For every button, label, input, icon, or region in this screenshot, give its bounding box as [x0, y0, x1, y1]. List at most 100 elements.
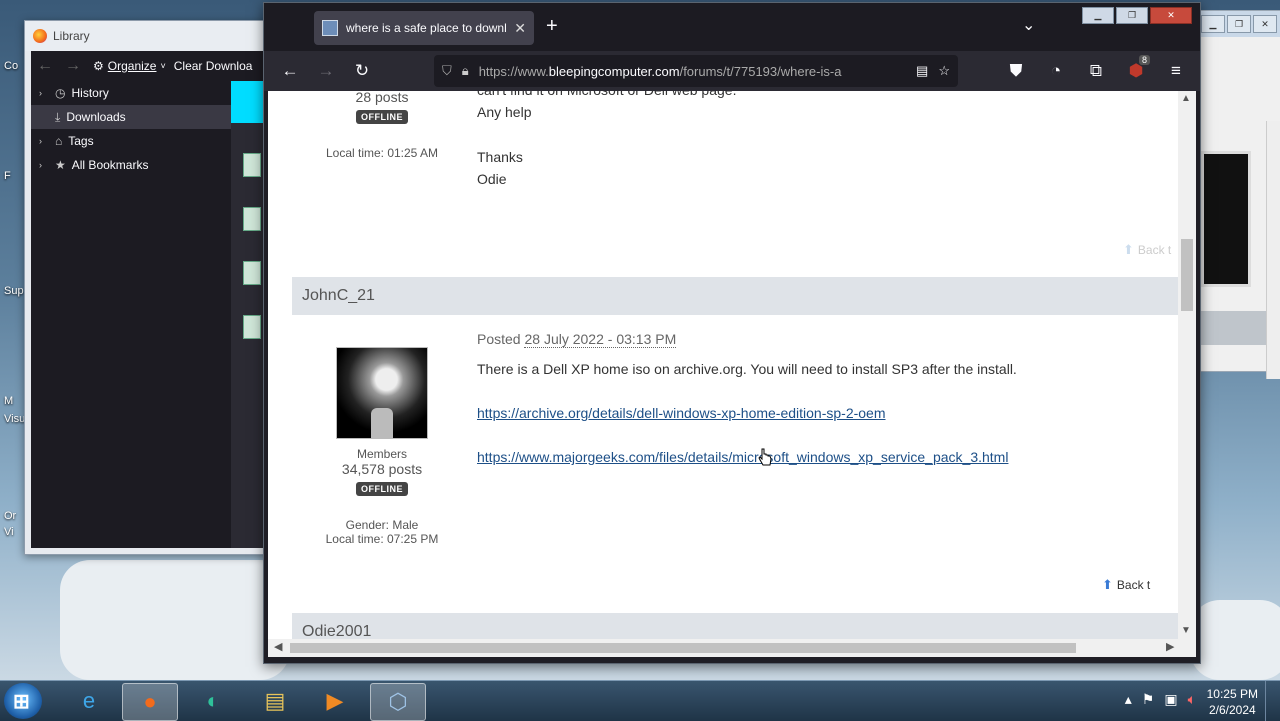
- download-file-icon[interactable]: [243, 207, 261, 231]
- download-file-icon[interactable]: [243, 261, 261, 285]
- library-tree: › ◷ History ⤓ Downloads › ⌂ Tags › ★ All Bookmarks: [31, 81, 231, 548]
- download-file-icon[interactable]: [243, 315, 261, 339]
- new-tab-button[interactable]: +: [546, 15, 558, 38]
- forward-arrow-icon[interactable]: →: [65, 57, 85, 75]
- clock-date: 2/6/2024: [1208, 703, 1256, 717]
- post-text-line: Any help: [477, 104, 532, 120]
- scroll-up-icon[interactable]: ▲: [1181, 93, 1191, 104]
- expand-chevron-icon[interactable]: ›: [39, 160, 49, 170]
- account-icon[interactable]: ◔: [1038, 61, 1074, 81]
- scrollbar-thumb[interactable]: [290, 643, 1076, 653]
- tag-icon: ⌂: [55, 134, 63, 148]
- firefox-window: where is a safe place to downlo ✕ + ⌄ ▁ …: [263, 2, 1201, 664]
- organize-label: Organize: [107, 59, 157, 73]
- organize-button[interactable]: ⚙ Organize ˅: [93, 59, 166, 73]
- reader-view-icon[interactable]: ▤: [916, 63, 928, 79]
- scrollbar-thumb[interactable]: [1181, 239, 1193, 311]
- restore-button[interactable]: ❐: [1116, 7, 1148, 24]
- desktop-icon-label[interactable]: M: [4, 395, 13, 407]
- posted-date[interactable]: 28 July 2022 - 03:13 PM: [524, 331, 677, 348]
- clock[interactable]: 10:25 PM 2/6/2024: [1207, 686, 1258, 718]
- favicon-icon: [322, 20, 338, 36]
- scroll-down-icon[interactable]: ▼: [1181, 625, 1191, 636]
- desktop-icon-label[interactable]: F: [4, 170, 11, 182]
- vertical-scrollbar[interactable]: [1266, 121, 1280, 379]
- tree-item-all-bookmarks[interactable]: › ★ All Bookmarks: [31, 153, 231, 177]
- tree-item-history[interactable]: › ◷ History: [31, 81, 231, 105]
- url-bar[interactable]: ⛉ 🔒︎ https://www.bleepingcomputer.com/fo…: [434, 55, 958, 87]
- pocket-icon[interactable]: ⛊: [998, 61, 1034, 81]
- desktop-icon-label[interactable]: Or: [4, 510, 16, 522]
- majorgeeks-link[interactable]: https://www.majorgeeks.com/files/details…: [477, 449, 1008, 465]
- post-text-line: Odie: [477, 171, 507, 187]
- volume-muted-icon[interactable]: 🔈︎: [1188, 691, 1196, 708]
- vertical-scrollbar[interactable]: ▲ ▼: [1178, 91, 1196, 643]
- lock-icon[interactable]: 🔒︎: [462, 63, 469, 79]
- user-info: Members 34,578 posts OFFLINE Gender: Mal…: [292, 347, 472, 546]
- reload-icon[interactable]: ↻: [344, 61, 380, 81]
- avatar[interactable]: [336, 347, 428, 439]
- forward-arrow-icon[interactable]: →: [308, 61, 344, 81]
- restore-button[interactable]: ❐: [1227, 15, 1251, 33]
- desktop-icon-label[interactable]: Visu: [4, 413, 25, 425]
- chevron-down-icon: ˅: [160, 61, 166, 71]
- page-content: 28 posts OFFLINE Local time: 01:25 AM ca…: [268, 91, 1178, 643]
- clear-downloads-button[interactable]: Clear Downloa: [174, 59, 253, 73]
- flag-icon[interactable]: ⚑: [1142, 691, 1155, 708]
- minimize-button[interactable]: ▁: [1201, 15, 1225, 33]
- background-window[interactable]: ▁ ❐ ✕: [1196, 10, 1280, 379]
- firefox-icon: [33, 29, 47, 43]
- shield-icon[interactable]: ⛉: [442, 63, 452, 79]
- firefox-icon[interactable]: ●: [122, 683, 178, 721]
- back-to-top-link[interactable]: ⬆ Back t: [1123, 242, 1171, 258]
- tree-item-tags[interactable]: › ⌂ Tags: [31, 129, 231, 153]
- gear-icon: ⚙: [93, 59, 104, 73]
- ublock-icon[interactable]: ⬢ 8: [1118, 55, 1154, 81]
- gender: Gender: Male: [345, 518, 419, 532]
- horizontal-scrollbar[interactable]: ◀ ▶: [268, 639, 1196, 657]
- url-text[interactable]: https://www.bleepingcomputer.com/forums/…: [479, 64, 906, 79]
- star-icon: ★: [55, 158, 66, 172]
- virtualbox-icon[interactable]: ⬡: [370, 683, 426, 721]
- extensions-icon[interactable]: ⧉: [1078, 61, 1114, 81]
- tab-close-icon[interactable]: ✕: [514, 20, 526, 37]
- back-arrow-icon[interactable]: ←: [37, 57, 57, 75]
- close-button[interactable]: ✕: [1253, 15, 1277, 33]
- desktop-icon-label[interactable]: Sup: [4, 285, 24, 297]
- tab-active[interactable]: where is a safe place to downlo ✕: [314, 11, 534, 45]
- minimize-button[interactable]: ▁: [1082, 7, 1114, 24]
- bookmark-star-icon[interactable]: ☆: [938, 63, 950, 79]
- scroll-left-icon[interactable]: ◀: [274, 640, 282, 653]
- library-title: Library: [53, 29, 90, 43]
- expand-chevron-icon[interactable]: ›: [39, 136, 49, 146]
- desktop-icon-label[interactable]: Vi: [4, 526, 14, 538]
- tree-item-label: History: [71, 86, 109, 100]
- start-button[interactable]: ⊞: [4, 683, 42, 719]
- download-file-icon[interactable]: [243, 153, 261, 177]
- taskbar: ⊞ e ● ◐ ▤ ▶ ⬡ ▴ ⚑ ▣ 🔈︎ 10:25 PM 2/6/2024: [0, 680, 1280, 721]
- archive-link[interactable]: https://archive.org/details/dell-windows…: [477, 405, 886, 421]
- app-green-icon[interactable]: ◐: [186, 683, 240, 719]
- menu-icon[interactable]: ≡: [1158, 61, 1194, 81]
- back-to-top-link[interactable]: ⬆ Back t: [1102, 577, 1150, 593]
- list-all-tabs-button[interactable]: ⌄: [1022, 15, 1035, 35]
- scroll-right-icon[interactable]: ▶: [1166, 640, 1174, 653]
- desktop-icon-label[interactable]: Co: [4, 60, 18, 72]
- expand-chevron-icon[interactable]: ›: [39, 88, 49, 98]
- explorer-icon[interactable]: ▤: [248, 683, 302, 719]
- tab-strip: where is a safe place to downlo ✕ + ⌄ ▁ …: [264, 3, 1200, 51]
- post-count: 28 posts: [355, 91, 409, 105]
- close-button[interactable]: ✕: [1150, 7, 1192, 24]
- show-desktop-button[interactable]: [1265, 681, 1280, 721]
- ie-icon[interactable]: e: [62, 683, 116, 719]
- back-arrow-icon[interactable]: ←: [272, 61, 308, 81]
- media-player-icon[interactable]: ▶: [308, 683, 362, 719]
- tree-item-downloads[interactable]: ⤓ Downloads: [31, 105, 231, 129]
- up-arrow-icon: ⬆: [1123, 242, 1134, 257]
- navigation-toolbar: ← → ↻ ⛉ 🔒︎ https://www.bleepingcomputer.…: [264, 51, 1200, 91]
- tab-title: where is a safe place to downlo: [346, 21, 507, 35]
- network-icon[interactable]: ▣: [1164, 691, 1177, 708]
- show-hidden-icons[interactable]: ▴: [1125, 691, 1132, 708]
- post-author[interactable]: JohnC_21: [302, 287, 375, 305]
- member-group: Members: [356, 447, 407, 461]
